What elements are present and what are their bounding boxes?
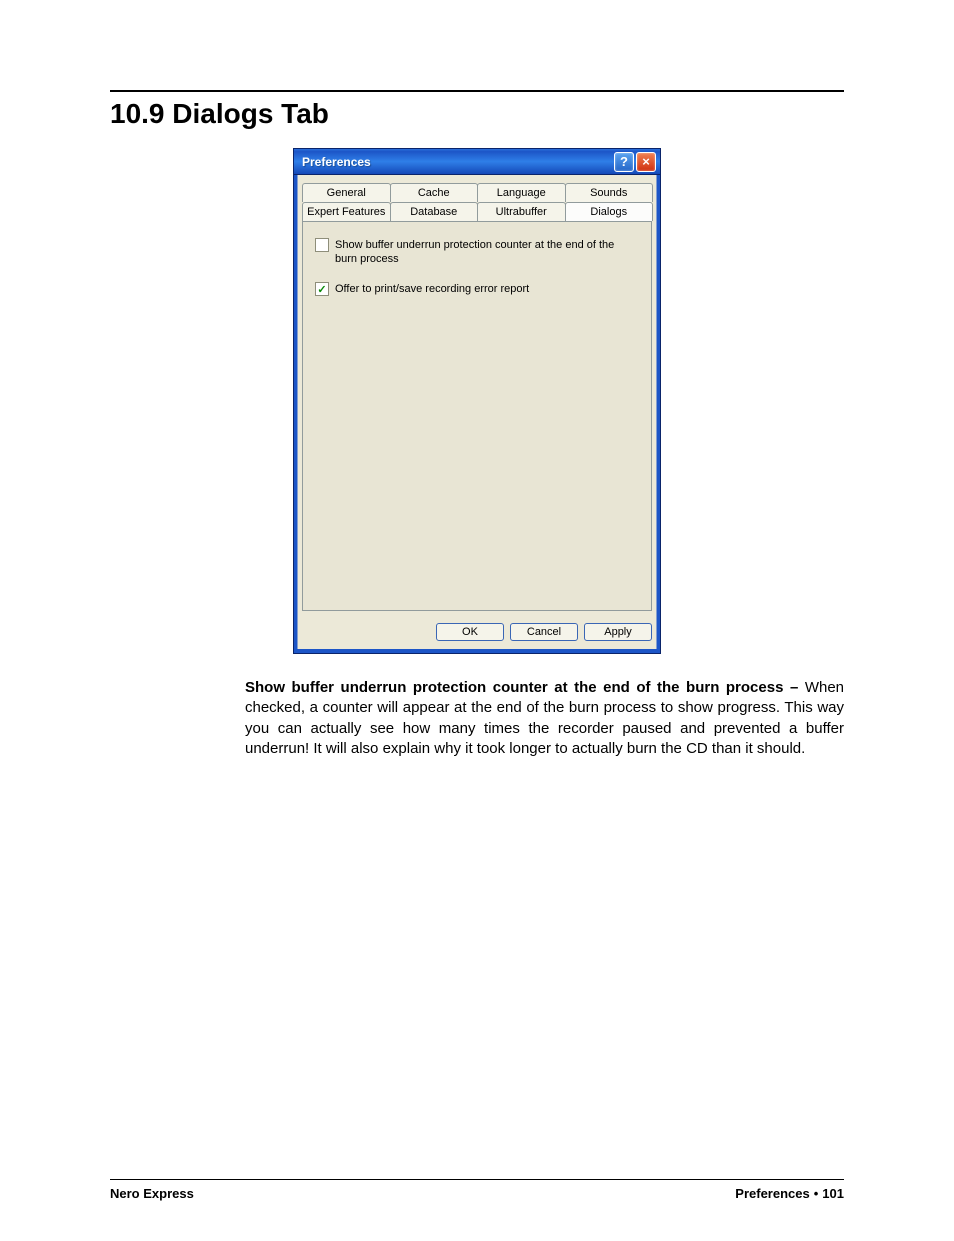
body-lead-bold: Show buffer underrun protection counter …	[245, 679, 798, 696]
dialog-body: General Cache Language Sounds Expert Fea…	[294, 175, 660, 623]
dialog-title: Preferences	[302, 155, 371, 169]
footer-section-label: Preferences	[735, 1186, 809, 1201]
body-paragraph: Show buffer underrun protection counter …	[245, 678, 844, 759]
footer-right: Preferences •101	[735, 1186, 844, 1201]
top-rule	[110, 90, 844, 92]
dialog-button-row: OK Cancel Apply	[294, 623, 660, 649]
tab-expert-features[interactable]: Expert Features	[302, 202, 391, 221]
preferences-dialog: Preferences ? × General Cache Language S…	[293, 148, 661, 654]
tab-sounds[interactable]: Sounds	[565, 183, 654, 202]
cancel-button[interactable]: Cancel	[510, 623, 578, 641]
dialog-bottom-border	[294, 649, 660, 653]
checkbox-error-report-label: Offer to print/save recording error repo…	[335, 282, 529, 296]
tab-language[interactable]: Language	[477, 183, 566, 202]
help-icon[interactable]: ?	[614, 152, 634, 172]
footer-page-number: 101	[822, 1186, 844, 1201]
titlebar-buttons: ? ×	[614, 152, 656, 172]
page-footer: Nero Express Preferences •101	[110, 1179, 844, 1201]
apply-button[interactable]: Apply	[584, 623, 652, 641]
footer-left: Nero Express	[110, 1186, 194, 1201]
checkbox-buffer-counter-label: Show buffer underrun protection counter …	[335, 238, 639, 266]
screenshot-container: Preferences ? × General Cache Language S…	[110, 148, 844, 654]
checkbox-row-buffer-counter: Show buffer underrun protection counter …	[315, 238, 639, 266]
tab-cache[interactable]: Cache	[390, 183, 479, 202]
ok-button[interactable]: OK	[436, 623, 504, 641]
tab-panel-dialogs: Show buffer underrun protection counter …	[302, 221, 652, 611]
section-heading: 10.9 Dialogs Tab	[110, 98, 844, 130]
checkbox-row-error-report: ✓ Offer to print/save recording error re…	[315, 282, 639, 296]
tab-strip: General Cache Language Sounds Expert Fea…	[302, 183, 652, 221]
checkbox-buffer-counter[interactable]	[315, 238, 329, 252]
tab-database[interactable]: Database	[390, 202, 479, 221]
bullet-icon: •	[814, 1186, 819, 1201]
tab-ultrabuffer[interactable]: Ultrabuffer	[477, 202, 566, 221]
checkbox-error-report[interactable]: ✓	[315, 282, 329, 296]
tab-general[interactable]: General	[302, 183, 391, 202]
tab-dialogs[interactable]: Dialogs	[565, 202, 654, 221]
close-icon[interactable]: ×	[636, 152, 656, 172]
titlebar: Preferences ? ×	[294, 149, 660, 175]
